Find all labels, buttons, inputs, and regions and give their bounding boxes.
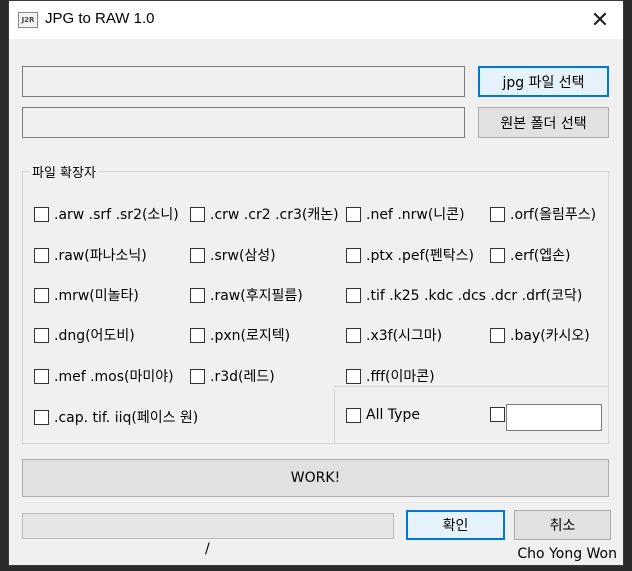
checkbox-box[interactable] bbox=[490, 407, 505, 422]
checkbox-label: .erf(엡손) bbox=[510, 248, 571, 264]
checkbox-label: .crw .cr2 .cr3(캐논) bbox=[210, 207, 339, 223]
checkbox-samsung[interactable]: .srw(삼성) bbox=[190, 245, 276, 265]
checkbox-box[interactable] bbox=[34, 247, 49, 263]
checkbox-label: .ptx .pef(펜탁스) bbox=[366, 248, 475, 264]
checkbox-label: .mrw(미놀타) bbox=[54, 288, 139, 304]
checkbox-box[interactable] bbox=[346, 287, 361, 303]
checkbox-pentax[interactable]: .ptx .pef(펜탁스) bbox=[346, 245, 474, 265]
checkbox-red[interactable]: .r3d(레드) bbox=[190, 366, 275, 386]
checkbox-adobe[interactable]: .dng(어도비) bbox=[34, 325, 135, 345]
checkbox-box[interactable] bbox=[34, 327, 49, 343]
checkbox-label: .raw(후지필름) bbox=[210, 288, 303, 304]
checkbox-box[interactable] bbox=[34, 368, 49, 384]
folder-path-field[interactable] bbox=[22, 107, 465, 138]
checkbox-panasonic[interactable]: .raw(파나소닉) bbox=[34, 245, 147, 265]
checkbox-box[interactable] bbox=[190, 206, 205, 222]
checkbox-box[interactable] bbox=[190, 368, 205, 384]
checkbox-label: .x3f(시그마) bbox=[366, 328, 443, 344]
checkbox-epson[interactable]: .erf(엡손) bbox=[490, 245, 570, 265]
checkbox-minolta[interactable]: .mrw(미놀타) bbox=[34, 285, 139, 305]
checkbox-logitech[interactable]: .pxn(로지텍) bbox=[190, 325, 290, 345]
checkbox-box[interactable] bbox=[34, 206, 49, 222]
select-jpg-button[interactable]: jpg 파일 선택 bbox=[478, 66, 609, 97]
close-icon: ✕ bbox=[590, 7, 610, 33]
checkbox-box[interactable] bbox=[34, 409, 49, 425]
select-folder-button[interactable]: 원본 폴더 선택 bbox=[478, 107, 609, 138]
checkbox-label: .orf(올림푸스) bbox=[510, 207, 597, 223]
checkbox-label: .mef .mos(마미야) bbox=[54, 369, 174, 385]
checkbox-all-type[interactable]: All Type bbox=[346, 407, 420, 423]
checkbox-box[interactable] bbox=[346, 206, 361, 222]
checkbox-nikon[interactable]: .nef .nrw(니콘) bbox=[346, 204, 465, 224]
checkbox-box[interactable] bbox=[190, 287, 205, 303]
checkbox-box[interactable] bbox=[346, 368, 361, 384]
checkbox-label: .arw .srf .sr2(소니) bbox=[54, 207, 179, 223]
checkbox-label: All Type bbox=[366, 407, 420, 423]
checkbox-label: .tif .k25 .kdc .dcs .dcr .drf(코닥) bbox=[366, 288, 583, 304]
checkbox-box[interactable] bbox=[490, 327, 505, 343]
checkbox-box[interactable] bbox=[346, 407, 361, 423]
checkbox-olympus[interactable]: .orf(올림푸스) bbox=[490, 204, 596, 224]
checkbox-phase-one[interactable]: .cap. tif. iiq(페이스 원) bbox=[34, 407, 198, 427]
checkbox-box[interactable] bbox=[190, 247, 205, 263]
progress-bar bbox=[22, 513, 394, 539]
title-bar[interactable]: J2R JPG to RAW 1.0 ✕ bbox=[9, 1, 623, 39]
checkbox-label: .srw(삼성) bbox=[210, 248, 276, 264]
checkbox-sigma[interactable]: .x3f(시그마) bbox=[346, 325, 442, 345]
jpg-path-field[interactable] bbox=[22, 66, 465, 97]
checkbox-box[interactable] bbox=[190, 327, 205, 343]
work-button[interactable]: WORK! bbox=[22, 459, 609, 497]
window-title: JPG to RAW 1.0 bbox=[45, 10, 155, 27]
checkbox-label: .raw(파나소닉) bbox=[54, 248, 147, 264]
checkbox-imacon[interactable]: .fff(이마콘) bbox=[346, 366, 435, 386]
author-label: Cho Yong Won bbox=[517, 546, 617, 562]
cancel-button[interactable]: 취소 bbox=[514, 510, 611, 540]
checkbox-label: .dng(어도비) bbox=[54, 328, 135, 344]
checkbox-canon[interactable]: .crw .cr2 .cr3(캐논) bbox=[190, 204, 339, 224]
app-window: J2R JPG to RAW 1.0 ✕ jpg 파일 선택 원본 폴더 선택 … bbox=[8, 0, 624, 566]
checkbox-label: .cap. tif. iiq(페이스 원) bbox=[54, 410, 199, 426]
checkbox-label: .r3d(레드) bbox=[210, 369, 275, 385]
checkbox-box[interactable] bbox=[346, 247, 361, 263]
checkbox-label: .pxn(로지텍) bbox=[210, 328, 291, 344]
extension-group-title: 파일 확장자 bbox=[29, 162, 99, 181]
checkbox-box[interactable] bbox=[346, 327, 361, 343]
custom-type-input[interactable] bbox=[506, 404, 602, 431]
ok-button[interactable]: 확인 bbox=[406, 510, 505, 540]
checkbox-casio[interactable]: .bay(카시오) bbox=[490, 325, 590, 345]
checkbox-sony[interactable]: .arw .srf .sr2(소니) bbox=[34, 204, 179, 224]
app-icon: J2R bbox=[18, 12, 38, 28]
checkbox-kodak[interactable]: .tif .k25 .kdc .dcs .dcr .drf(코닥) bbox=[346, 285, 582, 305]
progress-counter: / bbox=[205, 541, 210, 557]
checkbox-box[interactable] bbox=[34, 287, 49, 303]
checkbox-box[interactable] bbox=[490, 247, 505, 263]
checkbox-label: .nef .nrw(니콘) bbox=[366, 207, 465, 223]
checkbox-box[interactable] bbox=[490, 206, 505, 222]
close-button[interactable]: ✕ bbox=[577, 1, 623, 39]
checkbox-fujifilm[interactable]: .raw(후지필름) bbox=[190, 285, 303, 305]
checkbox-mamiya[interactable]: .mef .mos(마미야) bbox=[34, 366, 174, 386]
checkbox-label: .fff(이마콘) bbox=[366, 369, 435, 385]
checkbox-label: .bay(카시오) bbox=[510, 328, 590, 344]
